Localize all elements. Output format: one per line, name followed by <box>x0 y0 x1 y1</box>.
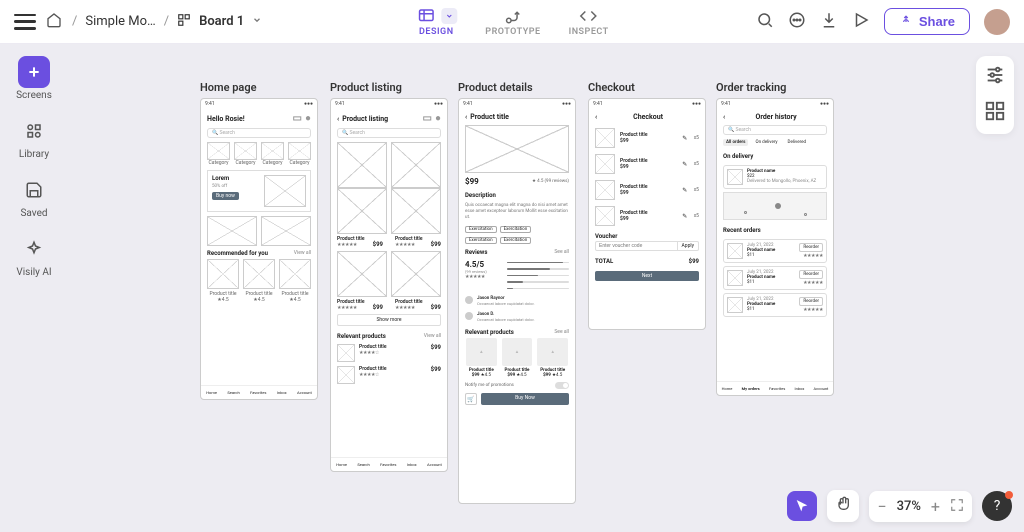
comments-icon[interactable] <box>788 11 806 33</box>
rail-visily-ai[interactable]: Visily AI <box>16 233 51 278</box>
nav-prototype[interactable]: PROTOTYPE <box>485 7 540 37</box>
share-button[interactable]: Share <box>884 8 970 35</box>
rail-saved[interactable]: Saved <box>18 174 50 219</box>
rail-screens[interactable]: Screens <box>16 56 52 101</box>
design-icon <box>415 7 437 25</box>
board-dropdown-icon[interactable] <box>252 14 262 29</box>
label-checkout: Checkout <box>588 81 635 94</box>
right-rail <box>976 56 1014 134</box>
zoom-out-button[interactable]: − <box>877 497 886 516</box>
fit-icon[interactable] <box>950 497 964 516</box>
artboard-tracking[interactable]: 9:41●●● ‹Order history 🔍 Search All orde… <box>716 98 834 396</box>
prototype-icon <box>502 7 524 25</box>
artboard-listing[interactable]: 9:41●●● ‹Product listing▭● 🔍 Search Prod… <box>330 98 448 472</box>
pan-tool[interactable] <box>835 496 851 516</box>
artboard-details[interactable]: 9:41●●● ‹Product title $99★ 4.5 (99 revi… <box>458 98 576 504</box>
label-details: Product details <box>458 81 533 94</box>
nav-design[interactable]: DESIGN <box>415 7 457 37</box>
avatar[interactable] <box>984 9 1010 35</box>
design-dropdown[interactable] <box>441 8 457 24</box>
filters-icon[interactable] <box>984 64 1006 90</box>
breadcrumb: / Simple Mo… / Board 1 <box>72 13 262 31</box>
cursor-tool[interactable] <box>787 491 817 521</box>
bottom-bar: − 37% + ? <box>787 490 1012 522</box>
zoom-in-button[interactable]: + <box>931 497 940 516</box>
layers-icon[interactable] <box>984 100 1006 126</box>
artboard-home[interactable]: 9:41●●● Hello Rosie!▭● 🔍 Search Category… <box>200 98 318 400</box>
home-icon[interactable] <box>46 12 62 32</box>
rail-library[interactable]: Library <box>18 115 50 160</box>
canvas[interactable]: Home page Product listing Product detail… <box>70 56 964 482</box>
inspect-icon <box>578 7 600 25</box>
play-icon[interactable] <box>852 11 870 33</box>
nav-inspect[interactable]: INSPECT <box>569 7 609 37</box>
left-rail: Screens Library Saved Visily AI <box>10 56 58 278</box>
download-icon[interactable] <box>820 11 838 33</box>
breadcrumb-board[interactable]: Board 1 <box>199 14 244 29</box>
menu-button[interactable] <box>14 14 36 30</box>
board-icon <box>177 13 191 31</box>
label-listing: Product listing <box>330 81 402 94</box>
label-tracking: Order tracking <box>716 81 786 94</box>
artboard-checkout[interactable]: 9:41●●● ‹Checkout Product title$99✎x5 Pr… <box>588 98 706 330</box>
help-button[interactable]: ? <box>982 491 1012 521</box>
breadcrumb-project[interactable]: Simple Mo… <box>85 14 155 29</box>
top-bar: / Simple Mo… / Board 1 DESIGN PROTOTYPE … <box>0 0 1024 44</box>
search-icon[interactable] <box>756 11 774 33</box>
label-home: Home page <box>200 81 257 94</box>
zoom-value[interactable]: 37% <box>897 499 921 514</box>
mode-nav: DESIGN PROTOTYPE INSPECT <box>415 7 608 37</box>
